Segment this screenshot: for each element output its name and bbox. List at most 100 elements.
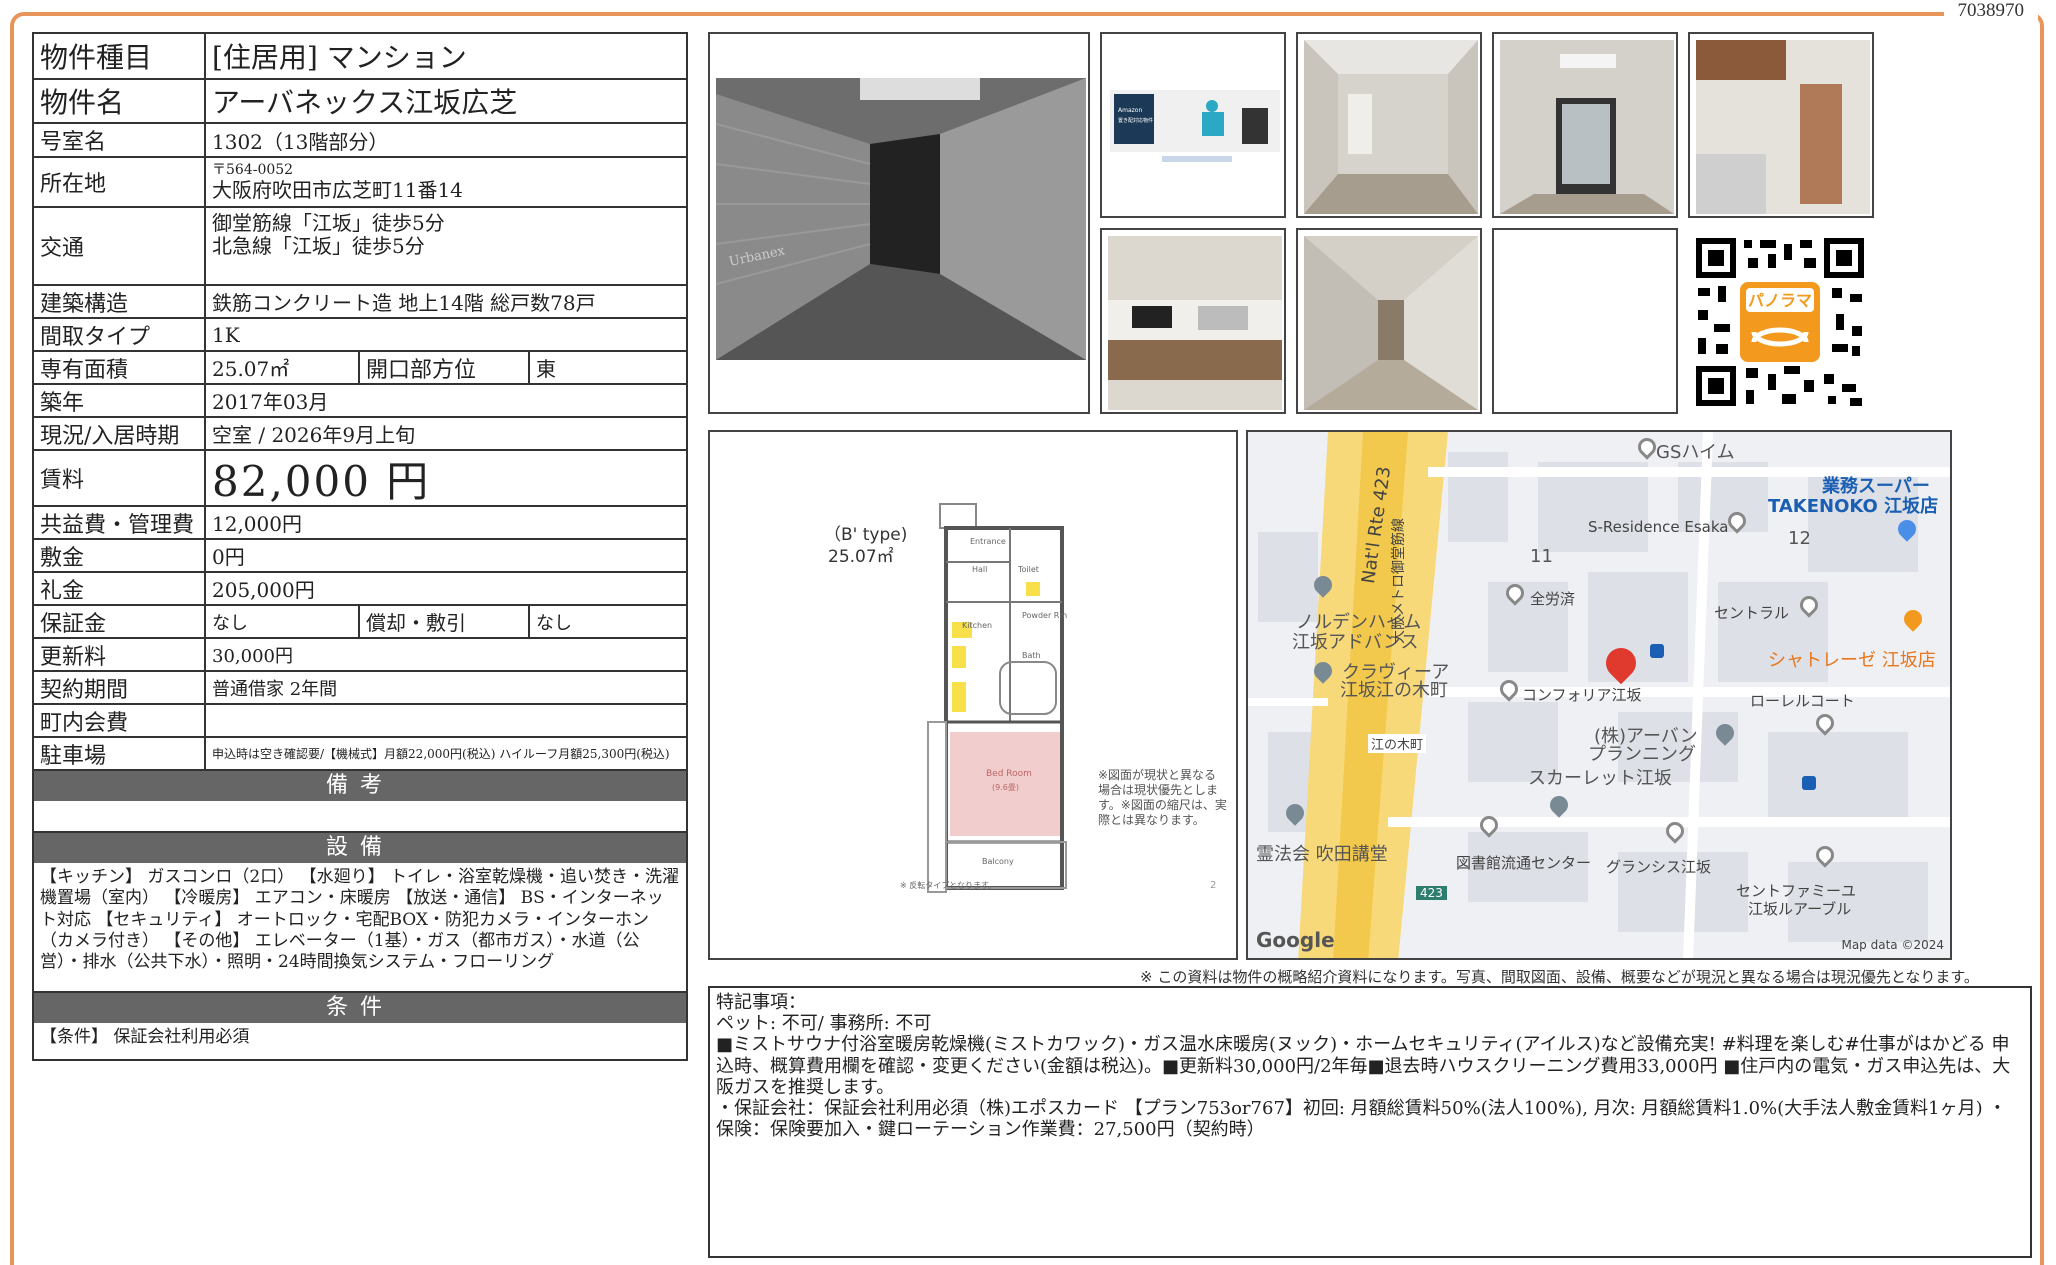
room-kitchen: Kitchen [962, 621, 992, 630]
jouken-body: 【条件】 保証会社利用必須 [40, 1027, 250, 1047]
photo-hallway [1296, 228, 1482, 414]
value-built: 2017年03月 [212, 390, 329, 414]
hallway-image [1298, 230, 1480, 412]
room-1-image [1298, 34, 1480, 216]
row-room: 号室名 1302（13階部分） [34, 124, 686, 158]
room-bath: Bath [1022, 651, 1041, 660]
amazon-subtitle: 置き配対応物件 [1118, 117, 1153, 124]
value-amortization: なし [536, 612, 572, 634]
floorplan-footnote: ※ 反転タイプとなります。 [900, 880, 996, 890]
label-name: 物件名 [34, 80, 206, 122]
row-name: 物件名 アーバネックス江坂広芝 [34, 80, 686, 124]
row-structure: 建築構造 鉄筋コンクリート造 地上14階 総戸数78戸 [34, 286, 686, 319]
label-amortization: 償却・敷引 [360, 606, 530, 637]
photo-kitchen [1100, 228, 1286, 414]
value-status: 空室 / 2026年9月上旬 [212, 423, 416, 447]
value-room: 1302（13階部分） [212, 129, 389, 154]
label-keymoney: 礼金 [34, 573, 206, 604]
row-rent: 賃料 82,000 円 [34, 451, 686, 507]
map-label-trc: 図書館流通センター [1456, 854, 1592, 872]
row-community: 町内会費 [34, 705, 686, 738]
label-contract: 契約期間 [34, 672, 206, 703]
label-community: 町内会費 [34, 705, 206, 736]
jouken-header: 条件 [34, 993, 686, 1023]
photo-room-1 [1296, 32, 1482, 218]
label-direction: 開口部方位 [360, 352, 530, 383]
value-name: アーバネックス江坂広芝 [212, 86, 518, 119]
value-community [206, 705, 686, 736]
map-label-reihokai: 霊法会 吹田講堂 [1256, 844, 1388, 865]
kitchen-room-image [1690, 34, 1872, 216]
label-built: 築年 [34, 385, 206, 416]
row-keymoney: 礼金 205,000円 [34, 573, 686, 606]
label-structure: 建築構造 [34, 286, 206, 317]
remarks-equipment: ■ミストサウナ付浴室暖房乾燥機(ミストカワック)・ガス温水床暖房(ヌック)・ホー… [716, 1034, 2011, 1098]
map-label-block-11: 11 [1530, 546, 1553, 567]
property-spec-table: 物件種目 [住居用] マンション 物件名 アーバネックス江坂広芝 号室名 130… [32, 32, 688, 1061]
label-fee: 共益費・管理費 [34, 507, 206, 538]
remarks-guarantee: ・保証会社：保証会社利用必須（株)エポスカード 【プラン753or767】初回:… [716, 1098, 2007, 1141]
value-deposit: 0円 [212, 545, 245, 569]
row-layout: 間取タイプ 1K [34, 319, 686, 352]
amazon-title: Amazon [1118, 107, 1142, 114]
setsubi-header: 設備 [34, 833, 686, 863]
map-label-le-havre: 江坂ルアーブル [1748, 900, 1852, 918]
label-layout: 間取タイプ [34, 319, 206, 350]
row-status: 現況/入居時期 空室 / 2026年9月上旬 [34, 418, 686, 451]
value-parking: 申込時は空き確認要/【機械式】月額22,000円(税込) ハイルーフ月額25,3… [212, 747, 670, 761]
photo-blank [1492, 228, 1678, 414]
value-renewal: 30,000円 [212, 645, 293, 667]
map-label-gs-heim: GSハイム [1656, 442, 1735, 463]
label-guarantee: 保証金 [34, 606, 206, 637]
label-parking: 駐車場 [34, 738, 206, 769]
label-area: 専有面積 [34, 352, 206, 383]
map-label-block-12: 12 [1788, 528, 1811, 549]
amazon-banner-image: Amazon 置き配対応物件 [1102, 34, 1284, 216]
bikou-body [34, 801, 686, 833]
value-structure: 鉄筋コンクリート造 地上14階 総戸数78戸 [212, 291, 596, 315]
kitchen-image [1102, 230, 1284, 412]
value-transit: 御堂筋線「江坂」徒歩5分 北急線「江坂」徒歩5分 [206, 208, 686, 284]
map-label-scarlet: スカーレット江坂 [1528, 768, 1672, 789]
map-label-chateraise: シャトレーゼ 江坂店 [1768, 650, 1936, 671]
row-type: 物件種目 [住居用] マンション [34, 34, 686, 80]
label-status: 現況/入居時期 [34, 418, 206, 449]
transit-line-1: 御堂筋線「江坂」徒歩5分 [212, 211, 445, 235]
map-label-enokicho-station: 江の木町 [1368, 734, 1427, 753]
floorplan-page: 2 [1210, 880, 1216, 891]
value-address: 〒564-0052 大阪府吹田市広芝町11番14 [206, 158, 686, 206]
remarks-pet: ペット: 不可/ 事務所: 不可 [716, 1013, 932, 1035]
disclaimer-note: ※ この資料は物件の概略紹介資料になります。写真、間取図面、設備、概要などが現況… [1140, 968, 1979, 986]
map-label-route-shield: 423 [1416, 886, 1447, 900]
area-cells: 25.07㎡ 開口部方位 東 [206, 352, 686, 383]
value-type: [住居用] マンション [212, 41, 467, 74]
address-text: 大阪府吹田市広芝町11番14 [212, 177, 463, 202]
value-fee: 12,000円 [212, 512, 302, 536]
panorama-qr-code[interactable]: パノラマ [1692, 234, 1868, 410]
value-area: 25.07㎡ [206, 352, 360, 383]
value-keymoney: 205,000円 [212, 578, 315, 602]
map-label-midosuji: 大阪メトロ御堂筋線 [1391, 518, 1407, 644]
room-window-image [1494, 34, 1676, 216]
value-guarantee: なし [206, 606, 360, 637]
room-powder: Powder Rm [1022, 611, 1067, 620]
row-contract: 契約期間 普通借家 2年間 [34, 672, 686, 705]
row-area: 専有面積 25.07㎡ 開口部方位 東 [34, 352, 686, 385]
label-type: 物件種目 [34, 34, 206, 78]
setsubi-body: 【キッチン】 ガスコンロ（2口） 【水廻り】 トイレ・浴室乾燥機・追い焚き・洗濯… [34, 863, 686, 993]
bus-stop-icon [1802, 776, 1816, 790]
room-bedroom-size: (9.6畳) [992, 783, 1019, 792]
location-map[interactable]: GSハイム 業務スーパー TAKENOKO 江坂店 S-Residence Es… [1246, 430, 1952, 960]
row-renewal: 更新料 30,000円 [34, 639, 686, 672]
photo-entrance: Urbanex [708, 32, 1090, 414]
value-direction: 東 [536, 357, 556, 381]
google-logo: Google [1256, 928, 1335, 952]
map-label-planning: プランニング [1588, 744, 1696, 765]
row-fee: 共益費・管理費 12,000円 [34, 507, 686, 540]
qr-image: パノラマ [1692, 234, 1868, 410]
value-layout: 1K [212, 322, 240, 347]
map-data-credit: Map data ©2024 [1841, 938, 1944, 952]
room-hall: Hall [972, 565, 987, 574]
room-bedroom: Bed Room [986, 769, 1032, 779]
label-deposit: 敷金 [34, 540, 206, 571]
